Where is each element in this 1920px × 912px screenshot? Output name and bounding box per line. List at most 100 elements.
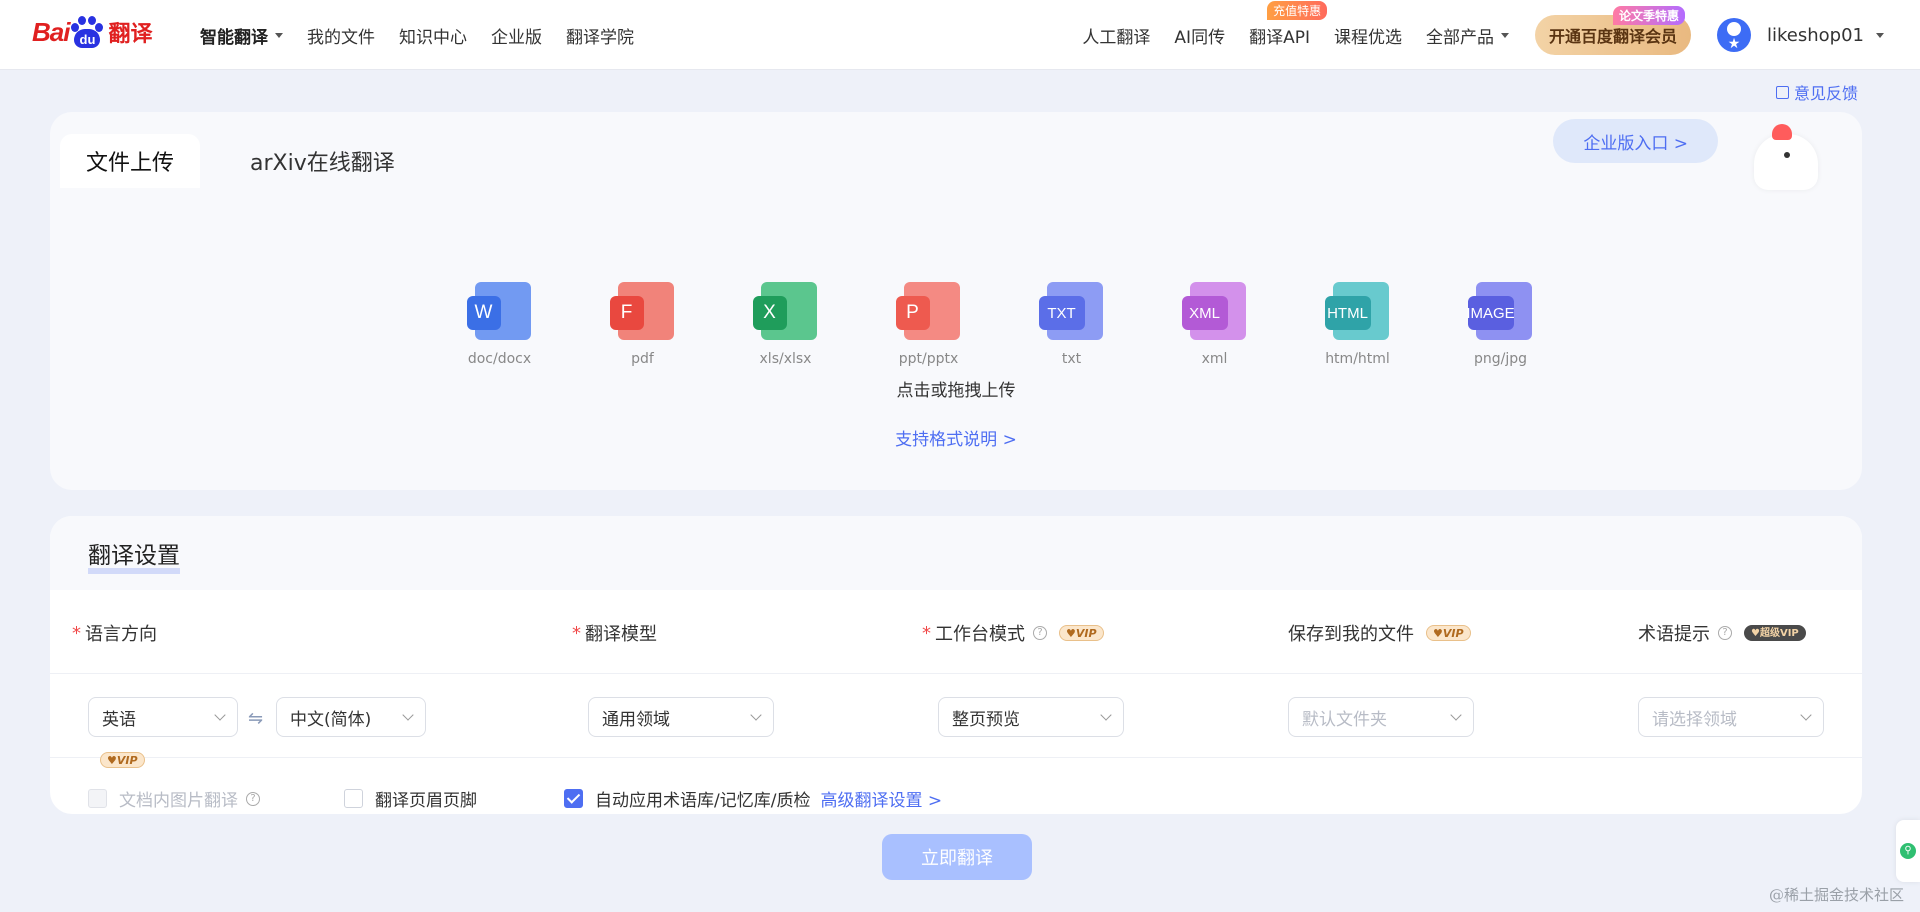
file-type-item[interactable]: XML xml	[1143, 280, 1286, 367]
watermark: @稀土掘金技术社区	[1768, 886, 1904, 904]
nav-enterprise[interactable]: 企业版	[491, 23, 542, 48]
nav-smart-translate[interactable]: 智能翻译	[200, 23, 283, 48]
term-domain-select[interactable]: 请选择领域	[1638, 697, 1824, 737]
file-type-item[interactable]: Pppt/pptx	[857, 280, 1000, 367]
nav-all-products[interactable]: 全部产品	[1426, 23, 1509, 48]
edit-icon	[1775, 85, 1789, 99]
option-auto-apply[interactable]: 自动应用术语库/记忆库/质检 高级翻译设置 >	[564, 786, 942, 811]
advanced-settings-link[interactable]: 高级翻译设置 >	[820, 786, 942, 811]
logo-text-bai: Bai	[32, 16, 70, 47]
enterprise-entry-button[interactable]: 企业版入口 >	[1553, 119, 1718, 163]
username: likeshop01	[1767, 24, 1864, 46]
target-language-select[interactable]: 中文(简体)	[276, 697, 426, 737]
label-language-direction: * 语言方向	[72, 622, 157, 646]
txt-icon: TXT	[1037, 280, 1107, 342]
settings-card: 翻译设置 * 语言方向 * 翻译模型 * 工作台模式 ? ♥VIP 保存到我的文…	[50, 516, 1862, 814]
link-icon: ⚲	[1900, 843, 1916, 859]
caret-down-icon	[1876, 32, 1884, 38]
vip-tag: ♥VIP	[100, 752, 145, 768]
required-mark: *	[72, 622, 81, 644]
image-translate-checkbox	[88, 789, 107, 808]
file-type-item[interactable]: Fpdf	[571, 280, 714, 367]
file-type-item[interactable]: Xxls/xlsx	[714, 280, 857, 367]
vip-promo-badge: 论文季特惠	[1612, 6, 1685, 25]
header-footer-checkbox[interactable]	[344, 789, 363, 808]
floating-side-tool[interactable]: ⚲	[1896, 820, 1920, 882]
required-mark: *	[572, 622, 581, 644]
help-icon[interactable]: ?	[1033, 626, 1047, 640]
file-type-item[interactable]: HTML htm/html	[1286, 280, 1429, 367]
source-language-select[interactable]: 英语	[88, 697, 238, 737]
label-workbench-mode: * 工作台模式 ? ♥VIP	[922, 620, 1104, 646]
file-type-list: Wdoc/docx Fpdf Xxls/xlsx Pppt/pptx TXT txt XML…	[428, 280, 1572, 367]
image-icon: IMAGE	[1466, 280, 1536, 342]
option-image-translate: 文档内图片翻译 ?	[88, 786, 260, 811]
pdf-icon: F	[608, 280, 678, 342]
file-type-item[interactable]: Wdoc/docx	[428, 280, 571, 367]
label-translation-model: * 翻译模型	[572, 622, 657, 646]
file-type-label: ppt/pptx	[898, 351, 959, 367]
file-type-label: doc/docx	[467, 351, 532, 367]
file-type-label: txt	[1061, 351, 1082, 367]
help-icon[interactable]: ?	[1718, 626, 1732, 640]
powerpoint-icon: P	[894, 280, 964, 342]
file-type-label: pdf	[631, 351, 654, 367]
upload-drop-zone[interactable]: Wdoc/docx Fpdf Xxls/xlsx Pppt/pptx TXT txt XML…	[50, 176, 1862, 490]
main-nav: 智能翻译 我的文件 知识中心 企业版 翻译学院	[200, 0, 658, 70]
file-type-label: png/jpg	[1473, 351, 1528, 367]
workbench-mode-select[interactable]: 整页预览	[938, 697, 1124, 737]
translation-model-select[interactable]: 通用领域	[588, 697, 774, 737]
avatar: ★	[1717, 18, 1751, 52]
chevron-down-icon	[1100, 709, 1112, 721]
nav-translate-api[interactable]: 充值特惠 翻译API	[1249, 0, 1328, 48]
chevron-down-icon	[1800, 709, 1812, 721]
drop-hint[interactable]: 点击或拖拽上传	[50, 376, 1862, 401]
file-type-label: htm/html	[1325, 351, 1390, 367]
user-menu[interactable]: ★ likeshop01	[1717, 18, 1884, 52]
upload-card: 文件上传 arXiv在线翻译 企业版入口 > Wdoc/docx Fpdf Xxls…	[50, 112, 1862, 490]
caret-down-icon	[275, 32, 283, 38]
caret-down-icon	[1500, 32, 1509, 38]
html-icon: HTML	[1323, 280, 1393, 342]
logo-text-du: du	[79, 32, 96, 47]
option-header-footer[interactable]: 翻译页眉页脚	[344, 786, 477, 811]
right-nav: 人工翻译 AI同传 充值特惠 翻译API 课程优选 全部产品 论文季特惠 开通百…	[1058, 0, 1920, 70]
nav-knowledge-center[interactable]: 知识中心	[399, 23, 467, 48]
nav-my-files[interactable]: 我的文件	[307, 23, 375, 48]
save-folder-select[interactable]: 默认文件夹	[1288, 697, 1474, 737]
settings-header: 翻译设置	[50, 516, 1862, 590]
baidu-translate-logo[interactable]: Bai du 翻译	[32, 12, 152, 52]
nav-academy[interactable]: 翻译学院	[566, 23, 634, 48]
vip-tag: ♥VIP	[1426, 625, 1471, 641]
translate-now-button[interactable]: 立即翻译	[882, 834, 1032, 880]
chevron-down-icon	[402, 709, 414, 721]
format-info-link[interactable]: 支持格式说明 >	[50, 425, 1862, 450]
required-mark: *	[922, 622, 931, 644]
settings-title: 翻译设置	[88, 536, 180, 574]
promo-badge: 充值特惠	[1267, 0, 1328, 20]
settings-options: ♥VIP 文档内图片翻译 ? 翻译页眉页脚 自动应用术语库/记忆库/质检 高级翻…	[50, 752, 1862, 814]
help-icon[interactable]: ?	[246, 791, 260, 806]
open-vip-button[interactable]: 论文季特惠 开通百度翻译会员	[1534, 6, 1691, 55]
swap-languages-icon[interactable]: ⇋	[248, 708, 263, 729]
label-term-hint: 术语提示 ? ♥超级VIP	[1638, 620, 1806, 646]
feedback-link[interactable]: 意见反馈	[1775, 80, 1858, 104]
file-type-item[interactable]: TXT txt	[1000, 280, 1143, 367]
file-type-label: xls/xlsx	[759, 351, 812, 367]
label-save-to-files: 保存到我的文件 ♥VIP	[1288, 620, 1471, 646]
nav-ai-interpretation[interactable]: AI同传	[1174, 23, 1225, 48]
xml-icon: XML	[1180, 280, 1250, 342]
word-icon: W	[465, 280, 535, 342]
nav-human-translation[interactable]: 人工翻译	[1082, 23, 1150, 48]
settings-column-labels: * 语言方向 * 翻译模型 * 工作台模式 ? ♥VIP 保存到我的文件 ♥VI…	[50, 590, 1862, 674]
excel-icon: X	[751, 280, 821, 342]
super-vip-tag: ♥超级VIP	[1744, 625, 1806, 641]
file-type-item[interactable]: IMAGE png/jpg	[1429, 280, 1572, 367]
chevron-down-icon	[750, 709, 762, 721]
chevron-down-icon	[1450, 709, 1462, 721]
settings-selects: 英语 ⇋ 中文(简体) 通用领域 整页预览 默认文件夹 请选择领域	[50, 674, 1862, 758]
nav-courses[interactable]: 课程优选	[1334, 23, 1402, 48]
auto-apply-checkbox[interactable]	[564, 789, 583, 808]
paw-icon: du	[70, 15, 104, 49]
top-header: Bai du 翻译 智能翻译 我的文件 知识中心 企业版 翻译学院 人工翻译 A…	[0, 0, 1920, 70]
